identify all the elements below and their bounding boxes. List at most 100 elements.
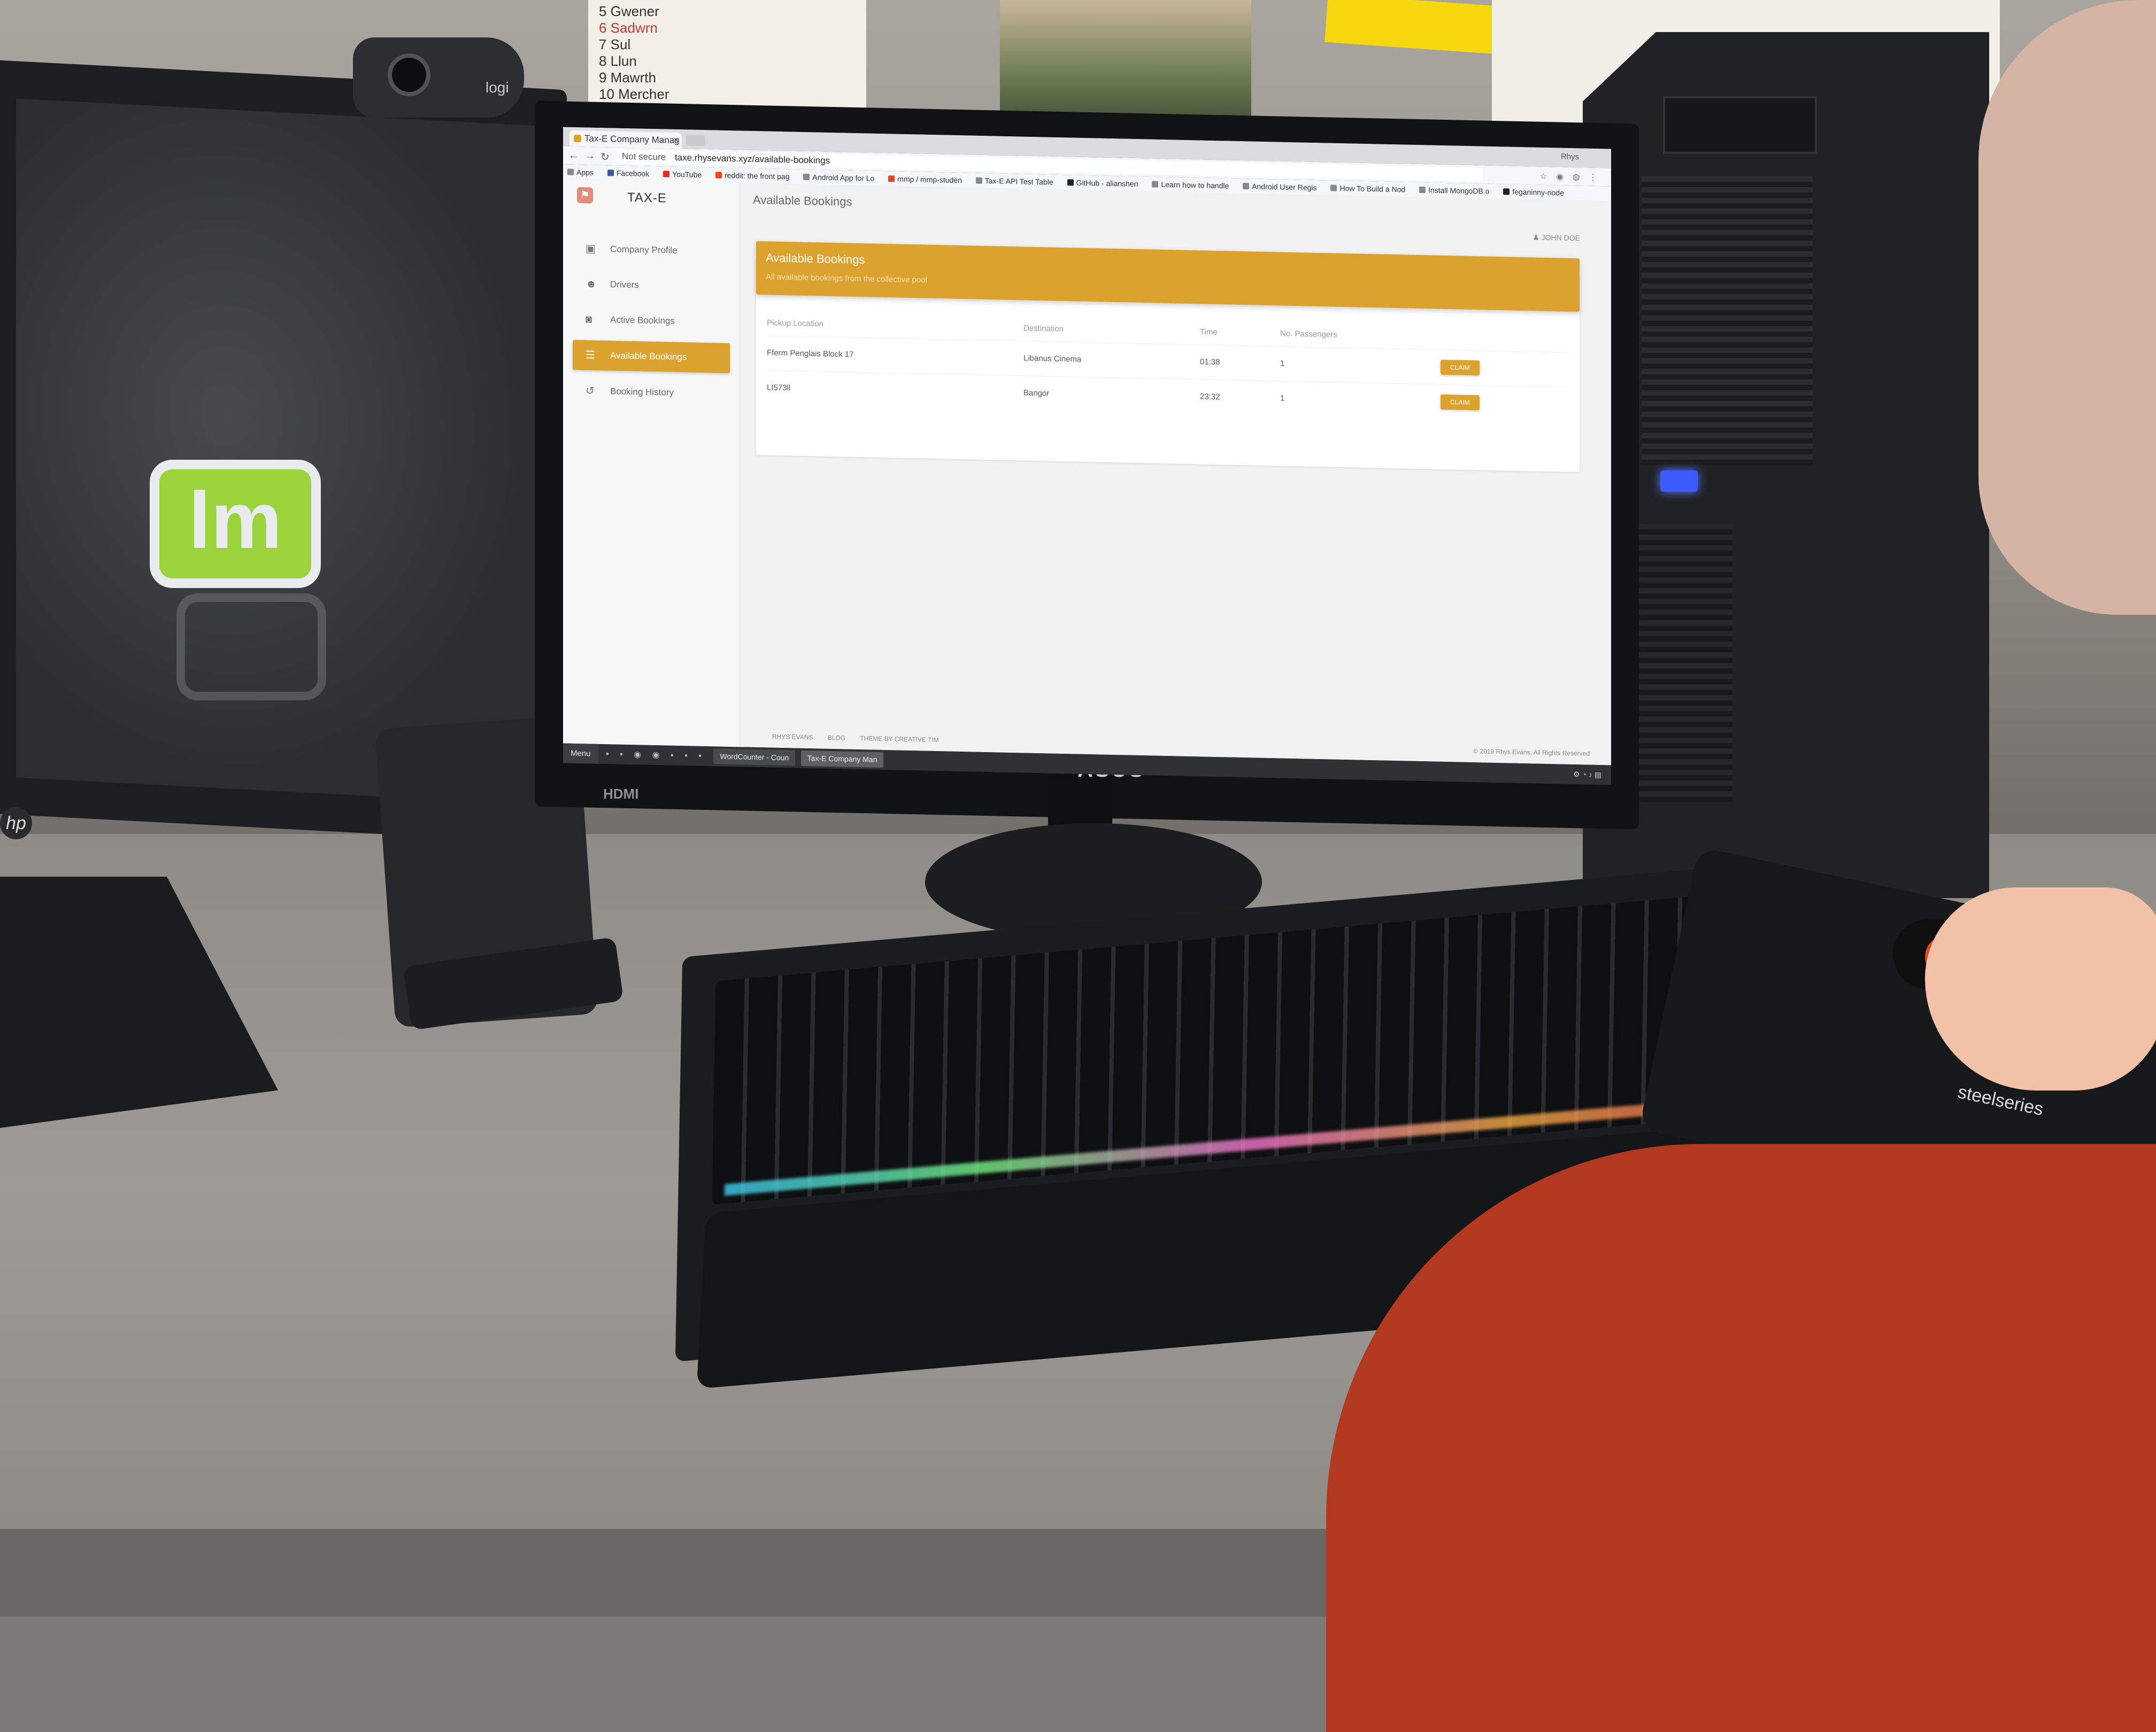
bookmark-item[interactable]: GitHub - alianshen bbox=[1067, 175, 1138, 191]
github-icon bbox=[1067, 179, 1074, 186]
brand-name: TAX-E bbox=[627, 190, 667, 206]
gitlab-icon bbox=[888, 175, 895, 182]
sidebar-item-active-bookings[interactable]: ◙ Active Bookings bbox=[573, 301, 730, 340]
pickup-cell: LI573ll bbox=[767, 383, 791, 393]
bookmark-item[interactable]: Facebook bbox=[607, 165, 649, 181]
footer-credit[interactable]: THEME BY CREATIVE TIM bbox=[860, 734, 938, 744]
destination-cell: Libanus Cinema bbox=[1023, 353, 1082, 364]
bookmark-label: Android User Regis bbox=[1252, 182, 1317, 192]
web-app: ⚑ TAX-E ▣ Company Profile ☻ Drivers ◙ Ac… bbox=[563, 179, 1611, 766]
main-content: Available Bookings ♟ JOHN DOE Available … bbox=[740, 183, 1611, 765]
footer-link[interactable]: BLOG bbox=[828, 734, 845, 742]
browser-tab[interactable]: Tax-E Company Manag × bbox=[569, 130, 682, 149]
taskbar-window[interactable]: WordCounter - Coun bbox=[713, 748, 796, 766]
time-cell: 01:38 bbox=[1200, 357, 1220, 367]
sidebar-item-company-profile[interactable]: ▣ Company Profile bbox=[573, 231, 730, 269]
bookings-table: Pickup Location Destination Time No. Pas… bbox=[767, 311, 1569, 422]
bookmark-item[interactable]: Tax-E API Test Table bbox=[975, 173, 1053, 190]
bookmark-icon bbox=[1419, 187, 1426, 194]
taskbar-window[interactable]: Tax-E Company Man bbox=[800, 750, 884, 768]
bookmark-icon bbox=[803, 173, 810, 181]
bookmark-item[interactable]: How To Build a Nod bbox=[1330, 181, 1405, 197]
bookmark-label: Tax-E API Test Table bbox=[984, 176, 1053, 187]
bookmark-icon bbox=[1330, 184, 1337, 191]
person-head bbox=[1978, 0, 2156, 615]
reload-icon[interactable]: ↻ bbox=[600, 150, 610, 164]
claim-button[interactable]: CLAIM bbox=[1441, 394, 1480, 411]
note-line: 6 Sadwrn bbox=[599, 20, 658, 36]
power-led-icon bbox=[1660, 470, 1698, 492]
logo-reflection bbox=[176, 593, 326, 700]
claim-button[interactable]: CLAIM bbox=[1441, 359, 1480, 376]
sidebar-item-label: Active Bookings bbox=[610, 314, 675, 326]
card-title: Available Bookings bbox=[766, 251, 865, 267]
history-icon: ↺ bbox=[586, 385, 595, 397]
bookmark-item[interactable]: Android App for Lo bbox=[803, 169, 874, 186]
bookmark-item[interactable]: Install MongoDB o bbox=[1419, 182, 1489, 199]
back-arrow-icon[interactable]: ← bbox=[568, 150, 579, 162]
sidebar: ⚑ TAX-E ▣ Company Profile ☻ Drivers ◙ Ac… bbox=[563, 179, 740, 747]
sidebar-item-booking-history[interactable]: ↺ Booking History bbox=[573, 373, 730, 412]
bookmark-item[interactable]: Learn how to handle bbox=[1152, 177, 1229, 194]
footer-links: RHYS EVANS BLOG THEME BY CREATIVE TIM bbox=[772, 733, 952, 744]
bookings-card: Available Bookings All available booking… bbox=[756, 241, 1580, 473]
bookmark-item[interactable]: YouTube bbox=[663, 166, 702, 182]
person-icon: ▣ bbox=[586, 243, 596, 255]
bookmark-label: Apps bbox=[576, 167, 594, 177]
reddit-icon bbox=[715, 172, 722, 179]
bookmark-item[interactable]: mmp / mmp-studen bbox=[888, 171, 962, 188]
webcam-brand: logi bbox=[486, 79, 509, 96]
optical-drive-bay bbox=[1663, 96, 1817, 154]
youtube-icon bbox=[663, 171, 670, 177]
security-indicator[interactable]: Not secure bbox=[622, 151, 666, 163]
bookmark-item[interactable]: feganinny-node bbox=[1503, 184, 1564, 200]
github-icon bbox=[1503, 188, 1510, 195]
linux-mint-logo: lm bbox=[150, 460, 321, 588]
user-icon: ♟ bbox=[1533, 233, 1542, 242]
card-subtitle: All available bookings from the collecti… bbox=[766, 272, 927, 285]
bookmark-label: Install MongoDB o bbox=[1428, 185, 1490, 196]
bookmark-label: mmp / mmp-studen bbox=[897, 174, 962, 185]
bookmark-label: YouTube bbox=[672, 169, 702, 179]
tab-title: Tax-E Company Manag bbox=[584, 133, 680, 146]
card-header: Available Bookings All available booking… bbox=[756, 241, 1580, 312]
group-icon: ☻ bbox=[586, 278, 597, 290]
apps-icon bbox=[567, 168, 574, 175]
brand[interactable]: ⚑ TAX-E bbox=[563, 179, 740, 215]
new-tab-button[interactable] bbox=[686, 135, 705, 146]
list-icon: ☰ bbox=[586, 349, 595, 361]
sidebar-item-label: Available Bookings bbox=[610, 350, 687, 362]
bookmark-item[interactable]: reddit: the front pag bbox=[715, 167, 790, 184]
bookmark-icon bbox=[1152, 181, 1159, 188]
bookmark-item[interactable]: Android User Regis bbox=[1243, 179, 1317, 195]
user-menu[interactable]: ♟ JOHN DOE bbox=[1533, 233, 1580, 243]
hp-logo: hp bbox=[0, 807, 32, 839]
pickup-cell: Fferm Penglais Block 17 bbox=[767, 348, 854, 359]
user-name: JOHN DOE bbox=[1541, 233, 1580, 243]
taskbar-launcher-icons[interactable]: ▪ ▪ ◉ ◉ ▪ ▪ ▪ bbox=[600, 748, 711, 761]
webcam bbox=[353, 37, 524, 118]
forward-arrow-icon[interactable]: → bbox=[584, 150, 595, 162]
bookmark-icon bbox=[1243, 183, 1250, 190]
bookmark-label: Learn how to handle bbox=[1161, 180, 1229, 190]
sidebar-item-drivers[interactable]: ☻ Drivers bbox=[573, 266, 730, 305]
extension-icons[interactable]: ☆ ◉ ◍ ⋮ bbox=[1539, 171, 1600, 183]
bookmark-label: feganinny-node bbox=[1512, 187, 1564, 197]
sidebar-item-available-bookings[interactable]: ☰ Available Bookings bbox=[573, 339, 730, 374]
close-icon[interactable]: × bbox=[674, 133, 679, 149]
tab-favicon-icon bbox=[574, 134, 581, 143]
start-menu-button[interactable]: Menu bbox=[563, 743, 598, 764]
bookmark-item[interactable]: Apps bbox=[567, 165, 594, 180]
window-user[interactable]: Rhys bbox=[1561, 152, 1579, 162]
sidebar-item-label: Booking History bbox=[610, 386, 674, 398]
note-line: 10 Mercher bbox=[599, 86, 669, 102]
footer-link[interactable]: RHYS EVANS bbox=[772, 733, 813, 741]
destination-cell: Bangor bbox=[1023, 388, 1050, 398]
car-icon: ◙ bbox=[586, 313, 592, 326]
column-header: Destination bbox=[1023, 323, 1064, 334]
bookmark-icon bbox=[975, 177, 982, 184]
url-text: taxe.rhysevans.xyz/available-bookings bbox=[674, 152, 830, 166]
sidebar-item-label: Company Profile bbox=[610, 244, 677, 256]
system-tray-icons[interactable]: ⚙ ◔ ♪ ▤ bbox=[1573, 764, 1601, 785]
facebook-icon bbox=[607, 169, 614, 176]
